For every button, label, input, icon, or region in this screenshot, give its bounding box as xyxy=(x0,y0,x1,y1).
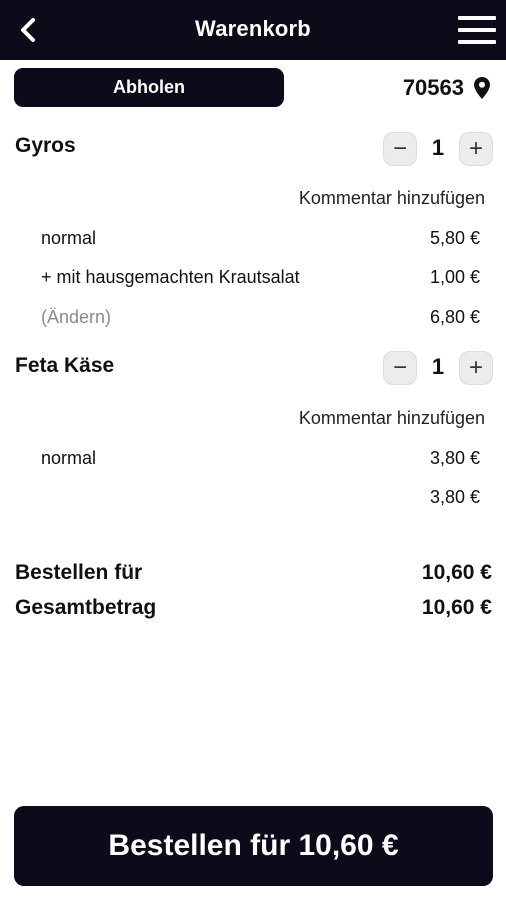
quantity-stepper: − 1 + xyxy=(383,132,493,166)
map-pin-icon xyxy=(474,77,490,99)
line-label: normal xyxy=(41,228,97,248)
cart-item-name: Gyros xyxy=(15,134,76,157)
order-for-value: 10,60 € xyxy=(421,561,492,584)
item-subtotal: 3,80 € xyxy=(429,487,480,507)
line-price: 1,00 € xyxy=(429,267,480,287)
place-order-button[interactable]: Bestellen für 10,60 € xyxy=(14,806,493,886)
item-line: 3,80 € xyxy=(41,487,480,511)
total-label: Gesamtbetrag xyxy=(15,596,157,619)
line-label: normal xyxy=(41,448,97,468)
item-line: (Ändern) 6,80 € xyxy=(41,307,480,331)
increase-quantity-button[interactable]: + xyxy=(459,351,493,385)
line-price: 3,80 € xyxy=(429,448,480,468)
minus-icon: − xyxy=(392,354,407,381)
change-item-link[interactable]: (Ändern) xyxy=(41,307,111,328)
increase-quantity-button[interactable]: + xyxy=(459,132,493,166)
line-price: 5,80 € xyxy=(429,228,480,248)
decrease-quantity-button[interactable]: − xyxy=(383,132,417,166)
order-for-label: Bestellen für xyxy=(15,561,143,584)
plus-icon: + xyxy=(468,354,483,381)
item-line: normal 3,80 € xyxy=(41,448,480,472)
item-subtotal: 6,80 € xyxy=(429,307,480,327)
decrease-quantity-button[interactable]: − xyxy=(383,351,417,385)
app-header: Warenkorb xyxy=(0,0,506,60)
pickup-button[interactable]: Abholen xyxy=(14,68,284,107)
page-title: Warenkorb xyxy=(195,16,311,41)
add-comment-link[interactable]: Kommentar hinzufügen xyxy=(299,408,485,429)
minus-icon: − xyxy=(392,135,407,162)
total-row: Gesamtbetrag 10,60 € xyxy=(15,596,492,624)
item-line: normal 5,80 € xyxy=(41,228,480,252)
add-comment-link[interactable]: Kommentar hinzufügen xyxy=(299,188,485,209)
plus-icon: + xyxy=(468,135,483,162)
quantity-stepper: − 1 + xyxy=(383,351,493,385)
line-label: + mit hausgemachten Krautsalat xyxy=(41,267,300,287)
postal-code: 70563 xyxy=(402,75,464,100)
order-for-row: Bestellen für 10,60 € xyxy=(15,561,492,589)
total-value: 10,60 € xyxy=(421,596,492,619)
quantity-value: 1 xyxy=(431,135,445,160)
cart-item-name: Feta Käse xyxy=(15,354,115,377)
place-order-label: Bestellen für 10,60 € xyxy=(108,829,399,862)
hamburger-menu-icon[interactable] xyxy=(458,16,496,44)
item-line: + mit hausgemachten Krautsalat 1,00 € xyxy=(41,267,480,291)
location-selector[interactable]: 70563 xyxy=(403,72,490,104)
pickup-label: Abholen xyxy=(113,77,185,97)
quantity-value: 1 xyxy=(431,354,445,379)
